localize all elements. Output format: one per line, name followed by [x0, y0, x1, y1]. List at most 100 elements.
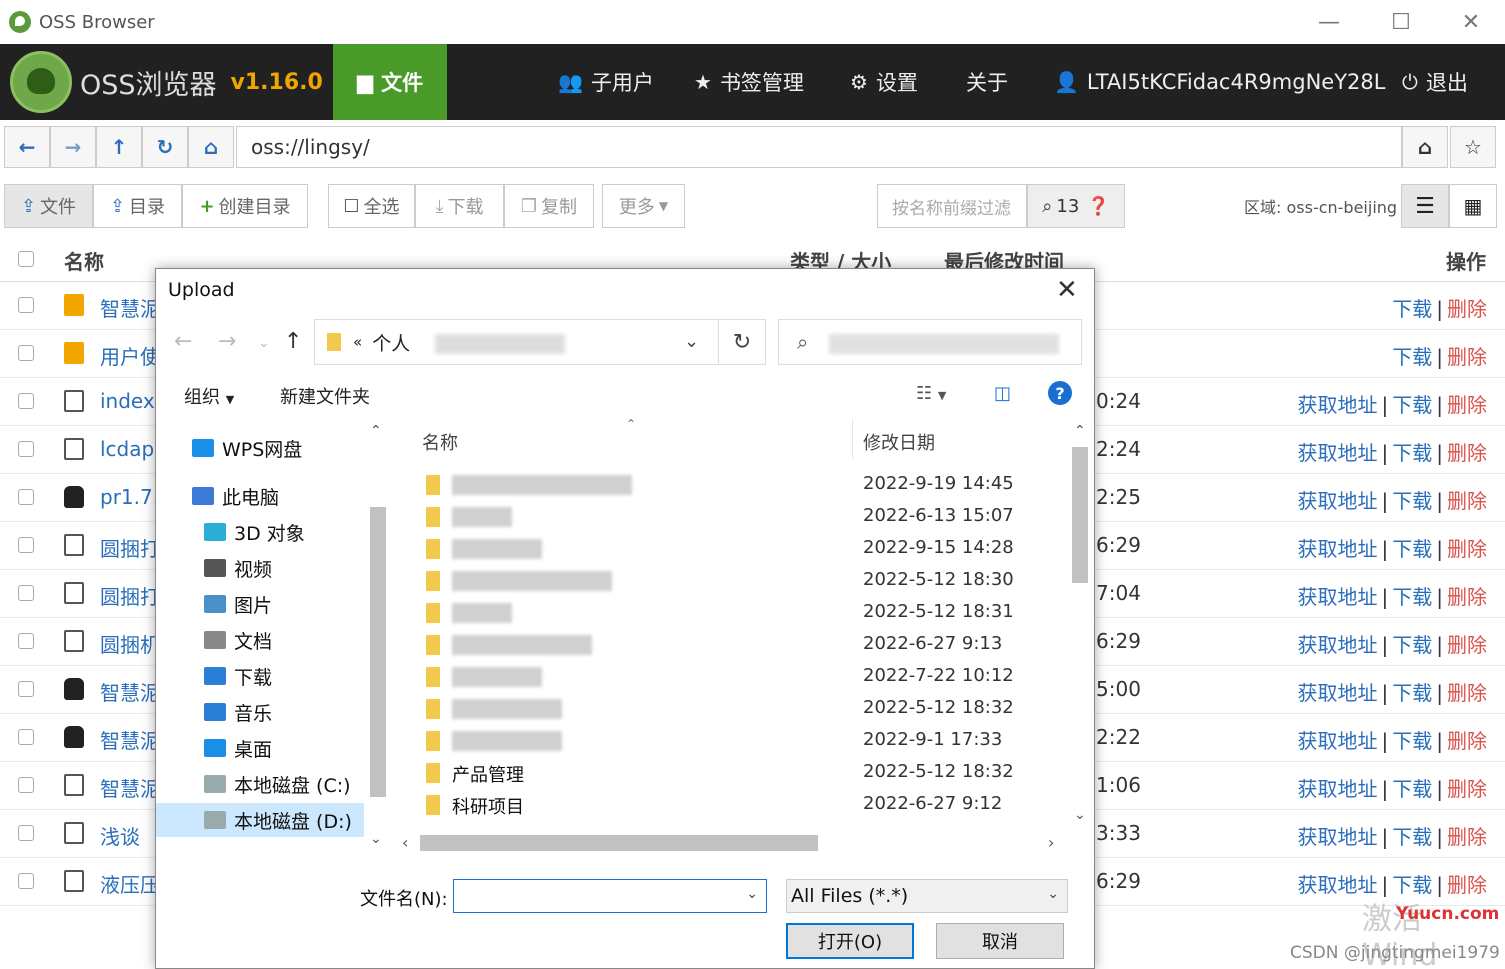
row-checkbox[interactable] [18, 777, 34, 793]
delete-link[interactable]: 删除 [1447, 681, 1487, 705]
delete-link[interactable]: 删除 [1447, 441, 1487, 465]
minimize-button[interactable]: — [1294, 0, 1364, 44]
get-url-link[interactable]: 获取地址 [1298, 537, 1378, 561]
dialog-search-input[interactable]: ⌕ [778, 319, 1082, 365]
up-button[interactable]: ↑ [96, 126, 142, 168]
dialog-close-button[interactable]: ✕ [1056, 275, 1078, 305]
file-name[interactable]: 浅谈 [100, 821, 140, 850]
dialog-recent-dropdown[interactable]: ⌄ [258, 335, 270, 351]
scroll-up-icon[interactable]: ⌃ [1074, 423, 1086, 439]
file-name[interactable]: 液压压 [100, 869, 160, 898]
file-name[interactable]: 圆捆打 [100, 533, 160, 562]
download-link[interactable]: 下载 [1392, 825, 1432, 849]
search-count-button[interactable]: ⌕ 13 ❓ [1027, 184, 1125, 228]
dialog-back-button[interactable]: ← [174, 329, 192, 354]
list-item[interactable]: 2022-9-19 14:45 [396, 469, 1068, 501]
open-button[interactable]: 打开(O) [786, 923, 914, 959]
chevron-down-icon[interactable]: ⌄ [746, 886, 758, 902]
scroll-down-icon[interactable]: ⌄ [370, 831, 382, 847]
file-name[interactable]: 圆捆机 [100, 629, 160, 658]
tree-scrollbar[interactable]: ⌃ ⌄ [366, 419, 390, 855]
file-name[interactable]: 智慧泥 [100, 677, 160, 706]
file-list-scroll-thumb[interactable] [1072, 447, 1088, 583]
tree-item[interactable]: 3D 对象 [156, 515, 364, 549]
row-checkbox[interactable] [18, 297, 34, 313]
get-url-link[interactable]: 获取地址 [1298, 729, 1378, 753]
more-dropdown[interactable]: 更多 ▼ [602, 184, 685, 228]
tree-item[interactable]: 此电脑 [156, 479, 364, 513]
get-url-link[interactable]: 获取地址 [1298, 633, 1378, 657]
refresh-button[interactable]: ↻ [142, 126, 188, 168]
delete-link[interactable]: 删除 [1447, 729, 1487, 753]
row-checkbox[interactable] [18, 681, 34, 697]
select-all-checkbox[interactable] [18, 251, 34, 267]
get-url-link[interactable]: 获取地址 [1298, 777, 1378, 801]
get-url-link[interactable]: 获取地址 [1298, 681, 1378, 705]
maximize-button[interactable]: ☐ [1366, 0, 1436, 44]
delete-link[interactable]: 删除 [1447, 825, 1487, 849]
tree-item[interactable]: 图片 [156, 587, 364, 621]
row-checkbox[interactable] [18, 873, 34, 889]
row-checkbox[interactable] [18, 825, 34, 841]
delete-link[interactable]: 删除 [1447, 297, 1487, 321]
row-checkbox[interactable] [18, 585, 34, 601]
list-view-button[interactable]: ☰ [1401, 184, 1449, 228]
list-item[interactable]: 2022-9-1 17:33 [396, 725, 1068, 757]
list-item[interactable]: 2022-6-13 15:07 [396, 501, 1068, 533]
column-date[interactable]: 修改日期 [863, 429, 935, 455]
list-item[interactable]: 科研项目 2022-6-27 9:12 [396, 789, 1068, 821]
tree-item[interactable]: WPS网盘 [156, 431, 364, 465]
tree-item[interactable]: 文档 [156, 623, 364, 657]
get-url-link[interactable]: 获取地址 [1298, 441, 1378, 465]
help-button[interactable]: ? [1048, 381, 1072, 405]
scroll-left-icon[interactable]: ‹ [402, 833, 408, 852]
delete-link[interactable]: 删除 [1447, 633, 1487, 657]
row-checkbox[interactable] [18, 537, 34, 553]
dialog-refresh-button[interactable]: ↻ [718, 319, 766, 365]
download-button[interactable]: ⤓ 下载 [415, 184, 504, 228]
list-item[interactable]: 2022-7-22 10:12 [396, 661, 1068, 693]
tree-item[interactable]: 音乐 [156, 695, 364, 729]
close-window-button[interactable]: ✕ [1436, 0, 1505, 44]
nav-settings[interactable]: ⚙ 设置 [850, 44, 918, 120]
forward-button[interactable]: → [50, 126, 96, 168]
view-options-button[interactable]: ☷ ▼ [916, 383, 946, 404]
scroll-down-icon[interactable]: ⌄ [1074, 807, 1086, 823]
scroll-up-icon[interactable]: ⌃ [370, 423, 382, 439]
list-item[interactable]: 2022-6-27 9:13 [396, 629, 1068, 661]
filter-input[interactable]: 按名称前缀过滤 [877, 184, 1027, 228]
tree-item[interactable]: 本地磁盘 (D:) [156, 803, 364, 837]
dialog-forward-button[interactable]: → [218, 329, 236, 354]
row-checkbox[interactable] [18, 393, 34, 409]
get-url-link[interactable]: 获取地址 [1298, 825, 1378, 849]
file-name[interactable]: 智慧泥 [100, 293, 160, 322]
address-home-button[interactable]: ⌂ [1402, 126, 1448, 168]
filetype-select[interactable]: All Files (*.*) ⌄ [786, 879, 1068, 913]
tree-scroll-thumb[interactable] [370, 507, 386, 797]
download-link[interactable]: 下载 [1392, 537, 1432, 561]
back-button[interactable]: ← [4, 126, 50, 168]
file-name[interactable]: pr1.7. [100, 485, 159, 509]
file-name[interactable]: 用户使 [100, 341, 160, 370]
file-list-hscrollbar[interactable]: ‹ › [396, 831, 1068, 855]
nav-logout[interactable]: ⏻ 退出 [1402, 44, 1468, 120]
filename-input[interactable]: ⌄ [453, 879, 767, 913]
row-checkbox[interactable] [18, 345, 34, 361]
delete-link[interactable]: 删除 [1447, 345, 1487, 369]
delete-link[interactable]: 删除 [1447, 393, 1487, 417]
download-link[interactable]: 下载 [1392, 297, 1432, 321]
download-link[interactable]: 下载 [1392, 681, 1432, 705]
row-checkbox[interactable] [18, 441, 34, 457]
nav-bookmarks[interactable]: ★ 书签管理 [694, 44, 804, 120]
file-list-hscroll-thumb[interactable] [420, 835, 818, 851]
copy-button[interactable]: ❐ 复制 [504, 184, 594, 228]
grid-view-button[interactable]: ▦ [1449, 184, 1497, 228]
address-input[interactable]: oss://lingsy/ [236, 126, 1402, 168]
download-link[interactable]: 下载 [1392, 393, 1432, 417]
tree-item[interactable]: 视频 [156, 551, 364, 585]
nav-subusers[interactable]: 👥 子用户 [558, 44, 654, 120]
get-url-link[interactable]: 获取地址 [1298, 585, 1378, 609]
dialog-up-button[interactable]: ↑ [284, 329, 302, 354]
delete-link[interactable]: 删除 [1447, 489, 1487, 513]
row-checkbox[interactable] [18, 489, 34, 505]
